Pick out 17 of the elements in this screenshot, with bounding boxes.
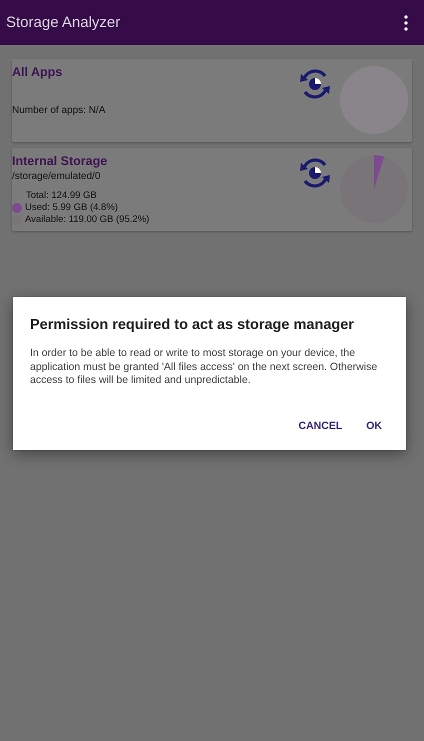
app-title: Storage Analyzer (6, 14, 120, 31)
refresh-icon[interactable] (298, 67, 332, 101)
dialog-message: In order to be able to read or write to most storage on your device, the application must be granted 'All files access' on the next screen. Otherwise access to files will be limited and unpredictable. (30, 347, 378, 388)
dialog-title: Permission required to act as storage manager (30, 317, 355, 333)
dialog-button[interactable]: CANCEL (290, 414, 350, 438)
apps-count: Number of apps: N/A (12, 105, 106, 116)
legend-label: Available: 119.00 GB (95.2%) (25, 214, 150, 225)
dialog-button[interactable]: OK (358, 414, 390, 438)
storage-path: /storage/emulated/0 (12, 171, 102, 182)
more-options-icon[interactable] (404, 14, 408, 30)
refresh-icon[interactable] (298, 156, 332, 190)
storage-card[interactable]: All Apps Number of apps: N/A (12, 59, 412, 142)
card-title: All Apps (12, 65, 64, 79)
card-title: Internal Storage (12, 154, 108, 168)
total-size: Total: 124.99 GB (26, 190, 98, 201)
legend-label: Used: 5.99 GB (4.8%) (25, 202, 118, 213)
storage-card[interactable]: Internal Storage /storage/emulated/0 Total: 124.99 GB Used: 5.99 GB (4.8%) Available: 119.00 GB (95.2%) (12, 148, 412, 231)
